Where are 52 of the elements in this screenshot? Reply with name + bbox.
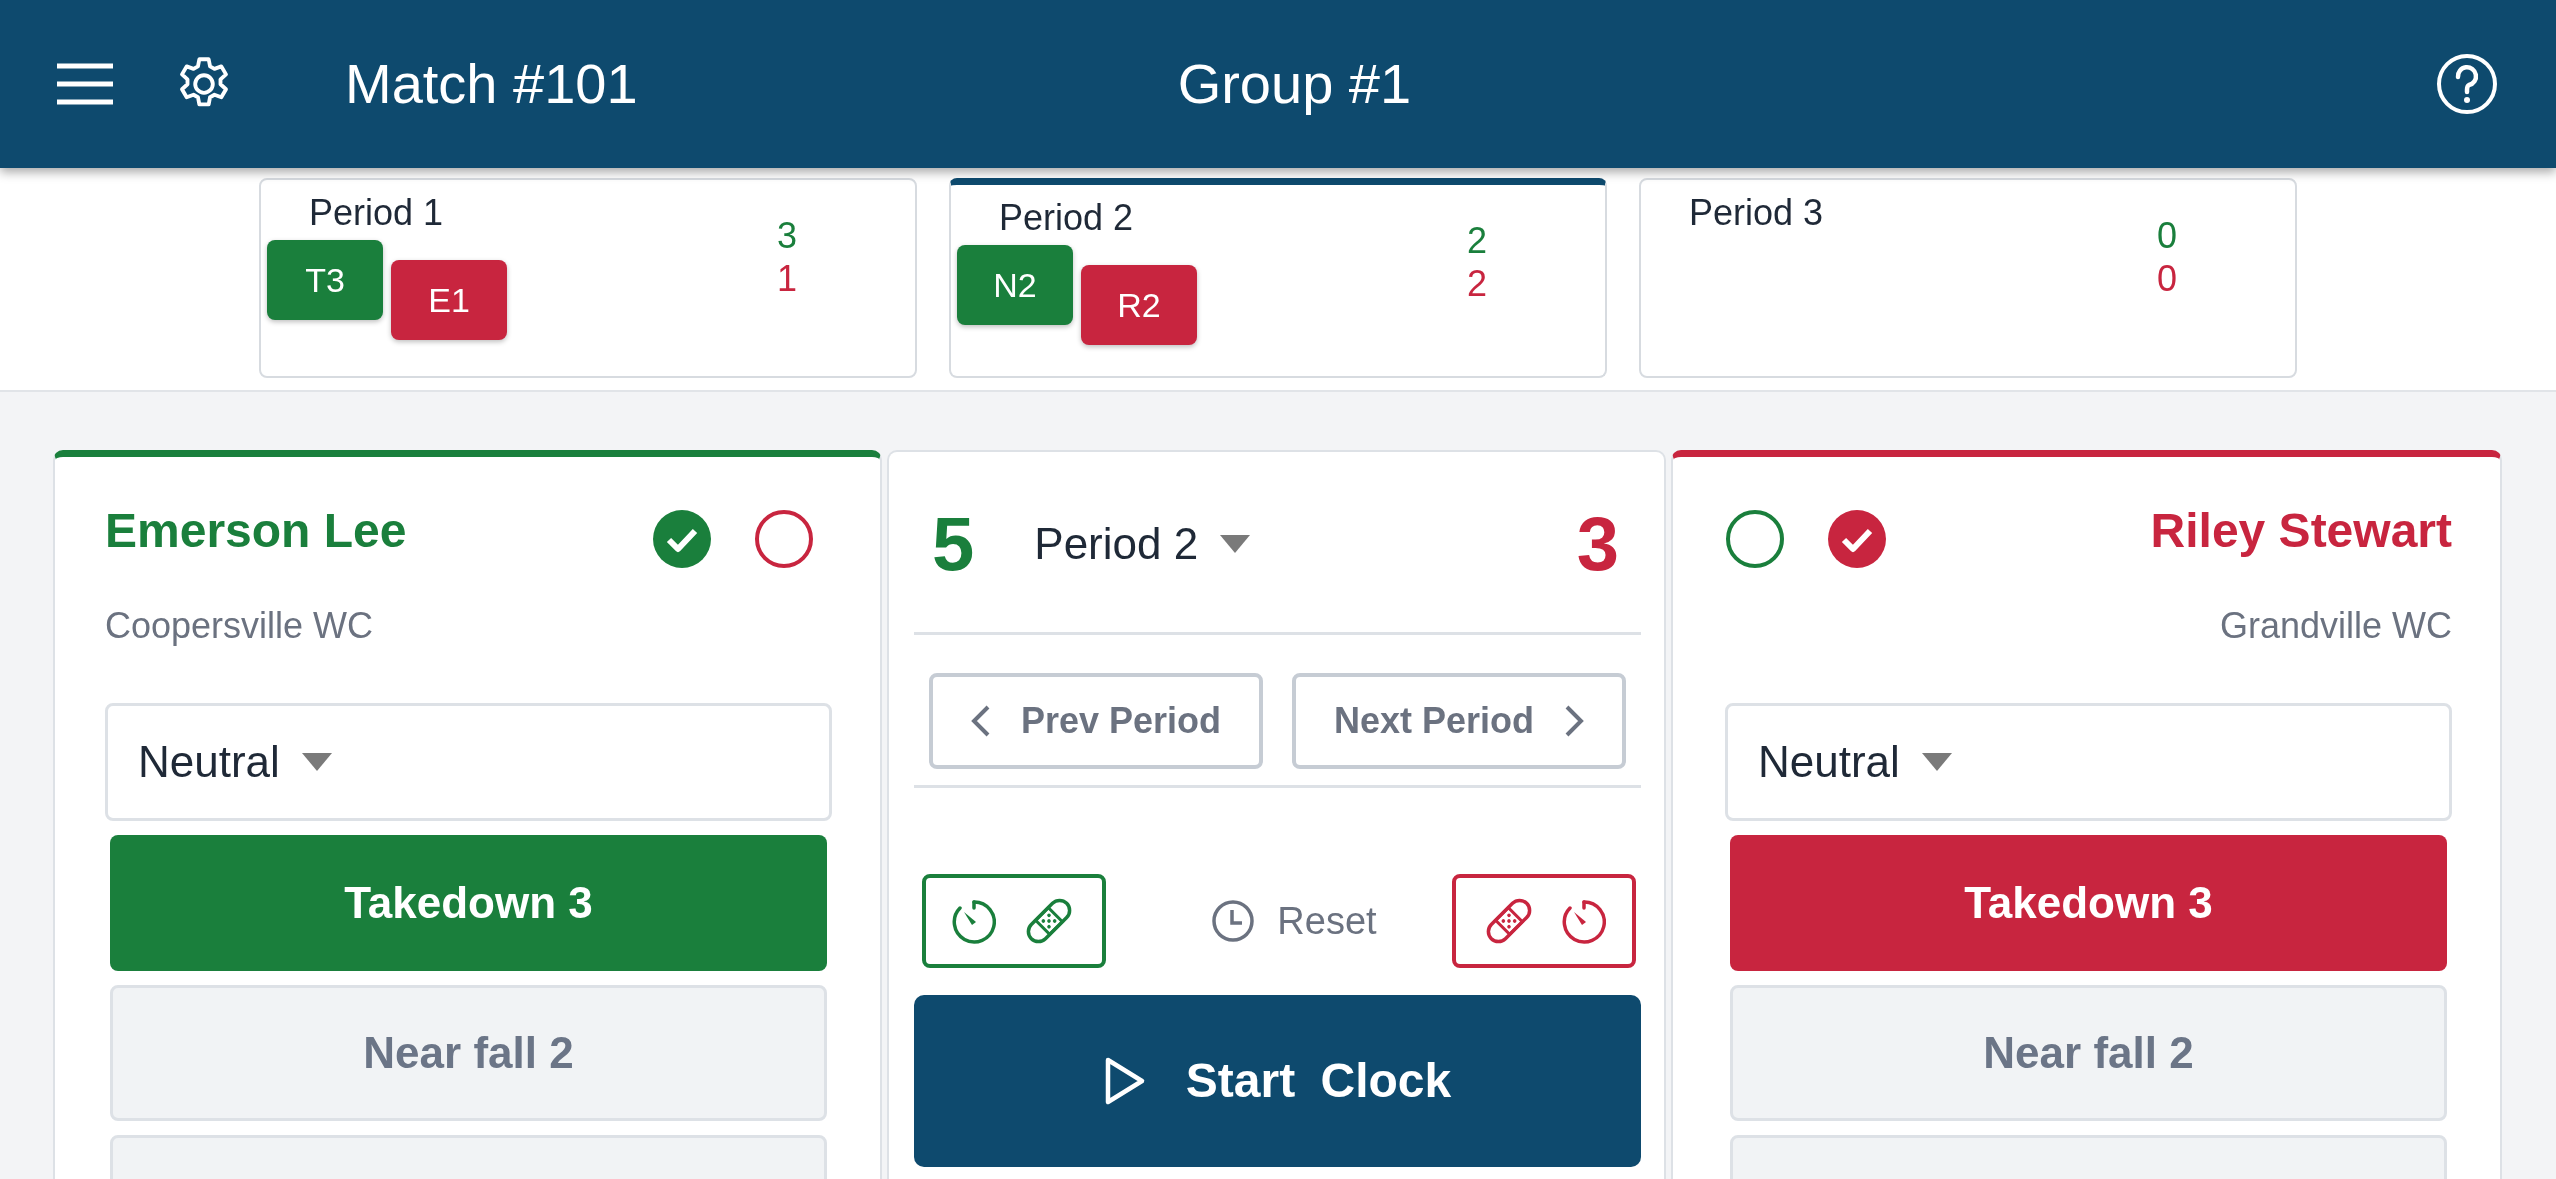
caret-icon [1220, 535, 1251, 553]
reset-button[interactable]: Reset [1205, 891, 1383, 951]
help-icon[interactable] [2435, 52, 2499, 116]
score-chip: N2 [957, 245, 1073, 325]
checked-circle-icon[interactable] [652, 509, 712, 569]
next-period-button[interactable]: Next Period [1292, 673, 1626, 769]
period-select[interactable]: Period 2 [1034, 511, 1251, 577]
group-title: Group #1 [1177, 51, 1412, 117]
period-label: Period 2 [998, 196, 1135, 240]
position-select[interactable]: Neutral [1725, 703, 2452, 821]
radio-circle-icon[interactable] [1725, 509, 1785, 569]
period-label: Period 3 [1688, 191, 1825, 235]
score-action-button[interactable]: Near fall 2 [110, 985, 827, 1121]
caret-icon [301, 753, 332, 771]
period-card[interactable]: Period 2 N2 R2 2 2 [949, 178, 1607, 378]
chevron-left-icon [970, 704, 991, 738]
period-score: 2 [1467, 262, 1488, 306]
chevron-right-icon [1564, 704, 1585, 738]
wrestler-name: Emerson Lee [105, 503, 407, 559]
wrestler-name: Riley Stewart [2150, 503, 2452, 559]
period-card[interactable]: Period 3 0 0 [1639, 178, 2297, 378]
score-action-button[interactable]: Near fall 2 [1730, 985, 2447, 1121]
team-name: Coopersville WC [105, 604, 375, 648]
stopwatch-icon [952, 898, 996, 944]
team-name: Grandville WC [2218, 604, 2452, 648]
period-card[interactable]: Period 1 T3 E1 3 1 [259, 178, 917, 378]
score-chip: T3 [267, 240, 383, 320]
period-score: 1 [777, 257, 798, 301]
caret-icon [1921, 753, 1952, 771]
menu-icon[interactable] [57, 63, 113, 105]
period-score: 2 [1467, 219, 1488, 263]
radio-circle-icon[interactable] [754, 509, 814, 569]
start-clock-button[interactable]: Start Clock [914, 995, 1641, 1167]
injury-timer-button[interactable] [922, 874, 1106, 968]
period-score: 3 [777, 214, 798, 258]
position-select[interactable]: Neutral [105, 703, 832, 821]
period-label: Period 1 [308, 191, 445, 235]
checked-circle-icon[interactable] [1827, 509, 1887, 569]
score-total: 5 [932, 506, 975, 582]
clock-icon [1211, 899, 1256, 943]
period-score: 0 [2157, 257, 2178, 301]
play-icon [1103, 1056, 1146, 1106]
score-chip: E1 [391, 260, 507, 340]
score-total: 3 [1576, 506, 1619, 582]
score-action-button[interactable]: Takedown 3 [1730, 835, 2447, 971]
match-title: Match #101 [345, 51, 638, 117]
score-action-button[interactable]: Takedown 3 [110, 835, 827, 971]
period-score: 0 [2157, 214, 2178, 258]
prev-period-button[interactable]: Prev Period [929, 673, 1263, 769]
score-chip: R2 [1081, 265, 1197, 345]
injury-timer-button[interactable] [1452, 874, 1636, 968]
stopwatch-icon [1562, 898, 1606, 944]
